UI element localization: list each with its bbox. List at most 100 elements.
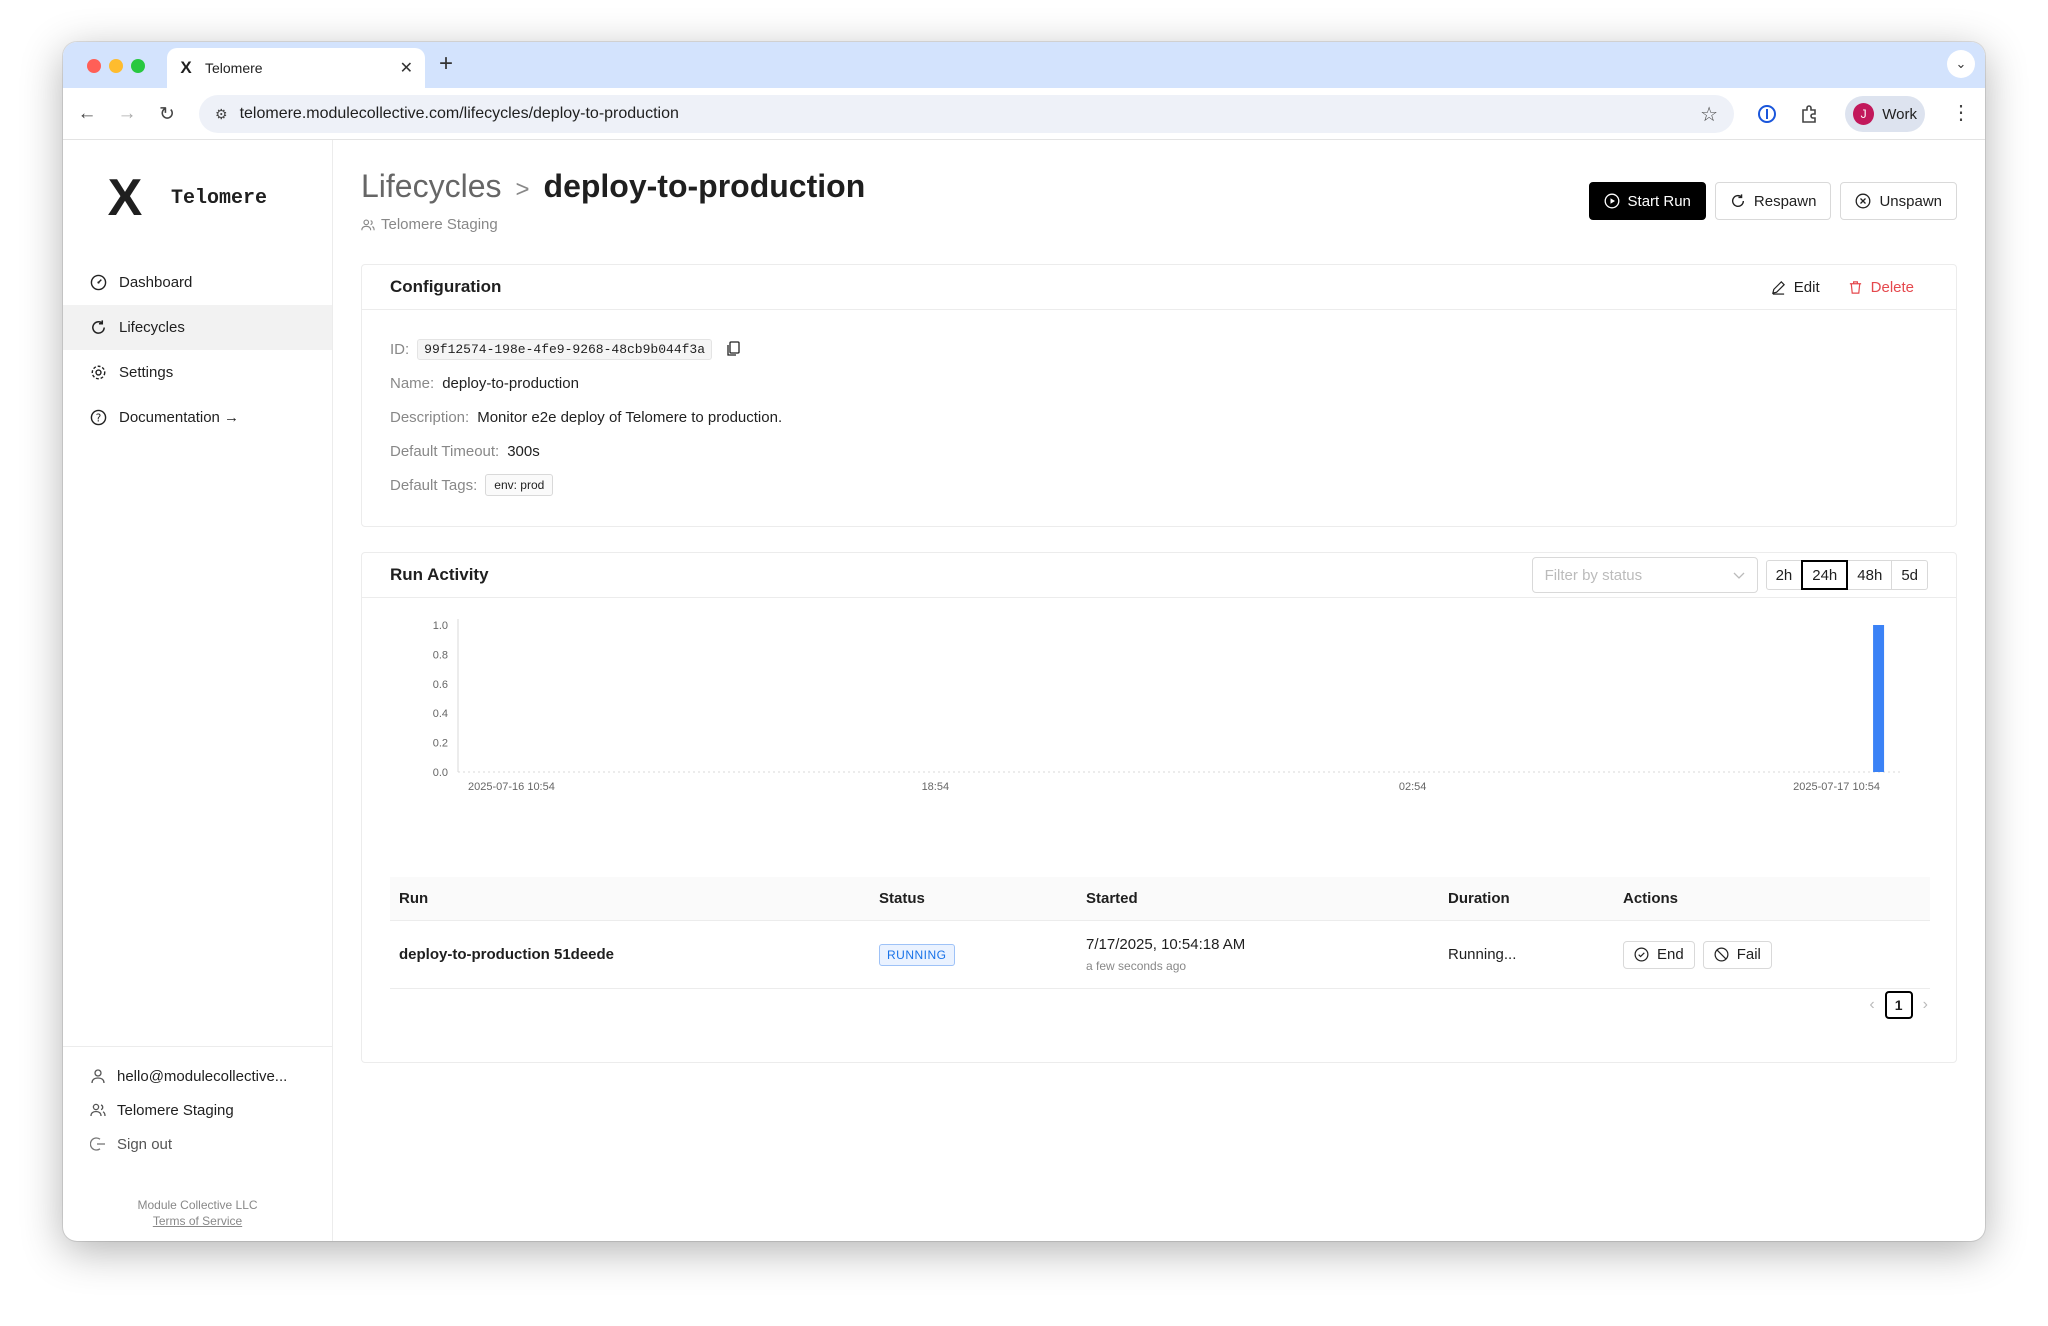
- run-status-cell: RUNNING: [871, 943, 1078, 966]
- password-manager-icon[interactable]: [1753, 100, 1781, 128]
- respawn-button[interactable]: Respawn: [1714, 182, 1832, 220]
- edit-button[interactable]: Edit: [1771, 279, 1820, 296]
- browser-menu-icon[interactable]: ⋮: [1951, 100, 1971, 125]
- sidebar: X Telomere Dashboard Lifecycles Settings…: [63, 140, 333, 1241]
- run-activity-card: Run Activity Filter by status 2h 24h 48h…: [361, 552, 1957, 1063]
- column-duration[interactable]: Duration: [1440, 890, 1615, 907]
- run-name[interactable]: deploy-to-production 51deede: [390, 946, 871, 963]
- sidebar-item-dashboard[interactable]: Dashboard: [63, 260, 332, 305]
- close-window-button[interactable]: [87, 59, 101, 73]
- reload-icon[interactable]: ↻: [153, 100, 181, 128]
- prev-page-chevron-icon[interactable]: ‹: [1869, 996, 1874, 1014]
- config-name-row: Name: deploy-to-production: [390, 366, 1928, 400]
- unspawn-button[interactable]: Unspawn: [1840, 182, 1957, 220]
- status-filter-select[interactable]: Filter by status: [1531, 557, 1758, 593]
- table-header: Run Status Started Duration Actions: [390, 877, 1930, 921]
- breadcrumb-separator-icon: >: [515, 176, 530, 203]
- y-tick-label: 0.8: [433, 649, 448, 661]
- tab-close-icon[interactable]: ✕: [400, 58, 413, 78]
- fail-run-button[interactable]: Fail: [1702, 940, 1772, 969]
- breadcrumb: Lifecycles > deploy-to-production: [361, 168, 865, 205]
- main-content: Lifecycles > deploy-to-production Telome…: [361, 140, 1957, 1241]
- range-2h[interactable]: 2h: [1765, 560, 1803, 590]
- legal-footer: Module Collective LLC Terms of Service: [63, 1197, 332, 1229]
- url-text[interactable]: telomere.modulecollective.com/lifecycles…: [240, 105, 1701, 123]
- status-badge: RUNNING: [879, 943, 955, 966]
- column-started[interactable]: Started: [1078, 890, 1440, 907]
- refresh-icon: [89, 319, 107, 337]
- tab-title: Telomere: [205, 60, 263, 76]
- lifecycle-id: 99f12574-198e-4fe9-9268-48cb9b044f3a: [417, 338, 713, 360]
- company-name: Module Collective LLC: [137, 1198, 258, 1212]
- fail-label: Fail: [1736, 946, 1761, 963]
- sidebar-item-label: Settings: [119, 364, 174, 381]
- run-duration: Running...: [1448, 946, 1517, 963]
- timeout-label: Default Timeout:: [390, 442, 500, 460]
- zoom-window-button[interactable]: [131, 59, 145, 73]
- configuration-title: Configuration: [390, 277, 502, 296]
- minimize-window-button[interactable]: [109, 59, 123, 73]
- address-bar[interactable]: ⚙ telomere.modulecollective.com/lifecycl…: [199, 95, 1734, 133]
- end-run-button[interactable]: End: [1623, 940, 1695, 969]
- x-tick-label: 18:54: [922, 781, 950, 793]
- delete-button[interactable]: Delete: [1848, 279, 1914, 296]
- sidebar-account: hello@modulecollective... Telomere Stagi…: [63, 1046, 332, 1161]
- sidebar-nav: Dashboard Lifecycles Settings ? Document…: [63, 260, 332, 440]
- brand-logo[interactable]: X Telomere: [105, 172, 267, 224]
- name-label: Name:: [390, 374, 435, 392]
- extensions-puzzle-icon[interactable]: [1795, 100, 1823, 128]
- workspace-switcher[interactable]: Telomere Staging: [63, 1093, 332, 1127]
- sign-out-label: Sign out: [117, 1135, 173, 1153]
- logout-icon: [89, 1136, 107, 1152]
- pencil-icon: [1771, 280, 1786, 295]
- gear-icon: [89, 364, 107, 382]
- next-page-chevron-icon[interactable]: ›: [1923, 996, 1928, 1014]
- run-activity-header: Run Activity Filter by status 2h 24h 48h…: [362, 553, 1956, 598]
- unspawn-label: Unspawn: [1879, 192, 1942, 210]
- telomere-favicon-icon: X: [180, 58, 192, 77]
- start-run-button[interactable]: Start Run: [1588, 182, 1706, 220]
- tab-search-chevron-down-icon[interactable]: ⌄: [1947, 50, 1975, 78]
- sidebar-item-label: Dashboard: [119, 274, 193, 291]
- help-icon: ?: [89, 409, 107, 427]
- range-48h[interactable]: 48h: [1847, 560, 1893, 590]
- profile-button[interactable]: J Work: [1845, 96, 1925, 132]
- column-status[interactable]: Status: [871, 890, 1078, 907]
- range-24h[interactable]: 24h: [1801, 560, 1849, 590]
- column-run[interactable]: Run: [390, 890, 871, 907]
- default-timeout: 300s: [507, 442, 540, 460]
- table-row[interactable]: deploy-to-production 51deede RUNNING 7/1…: [390, 921, 1930, 989]
- end-label: End: [1657, 946, 1684, 963]
- chevron-down-icon: [1733, 567, 1745, 584]
- filter-placeholder: Filter by status: [1544, 566, 1643, 584]
- avatar: J: [1853, 103, 1875, 125]
- sign-out-button[interactable]: Sign out: [63, 1127, 332, 1161]
- user-email[interactable]: hello@modulecollective...: [63, 1059, 332, 1093]
- page-number-button[interactable]: 1: [1884, 991, 1913, 1019]
- forward-arrow-icon[interactable]: →: [113, 100, 141, 128]
- config-id-row: ID: 99f12574-198e-4fe9-9268-48cb9b044f3a: [390, 332, 1928, 366]
- terms-of-service-link[interactable]: Terms of Service: [153, 1214, 242, 1228]
- started-relative: a few seconds ago: [1086, 959, 1187, 973]
- svg-text:?: ?: [95, 412, 101, 424]
- started-timestamp: 7/17/2025, 10:54:18 AM: [1086, 936, 1246, 953]
- page-title: deploy-to-production: [543, 168, 866, 204]
- bookmark-star-icon[interactable]: ☆: [1700, 102, 1718, 127]
- new-tab-plus-icon[interactable]: +: [439, 50, 453, 78]
- breadcrumb-lifecycles-link[interactable]: Lifecycles: [361, 168, 502, 205]
- time-range-selector: 2h 24h 48h 5d: [1765, 560, 1928, 590]
- sidebar-item-documentation[interactable]: ? Documentation →: [63, 395, 332, 440]
- run-started-cell: 7/17/2025, 10:54:18 AM a few seconds ago: [1078, 936, 1440, 973]
- site-settings-icon[interactable]: ⚙: [215, 106, 228, 123]
- browser-tab[interactable]: X Telomere ✕: [167, 48, 425, 88]
- user-icon: [89, 1068, 107, 1084]
- back-arrow-icon[interactable]: ←: [73, 100, 101, 128]
- sidebar-item-lifecycles[interactable]: Lifecycles: [63, 305, 332, 350]
- range-5d[interactable]: 5d: [1891, 560, 1928, 590]
- copy-icon[interactable]: [726, 341, 740, 357]
- lifecycle-description: Monitor e2e deploy of Telomere to produc…: [477, 408, 783, 426]
- team-icon: [89, 1102, 107, 1118]
- tag-badge: env: prod: [485, 474, 554, 496]
- sidebar-item-settings[interactable]: Settings: [63, 350, 332, 395]
- y-tick-label: 0.0: [433, 767, 448, 779]
